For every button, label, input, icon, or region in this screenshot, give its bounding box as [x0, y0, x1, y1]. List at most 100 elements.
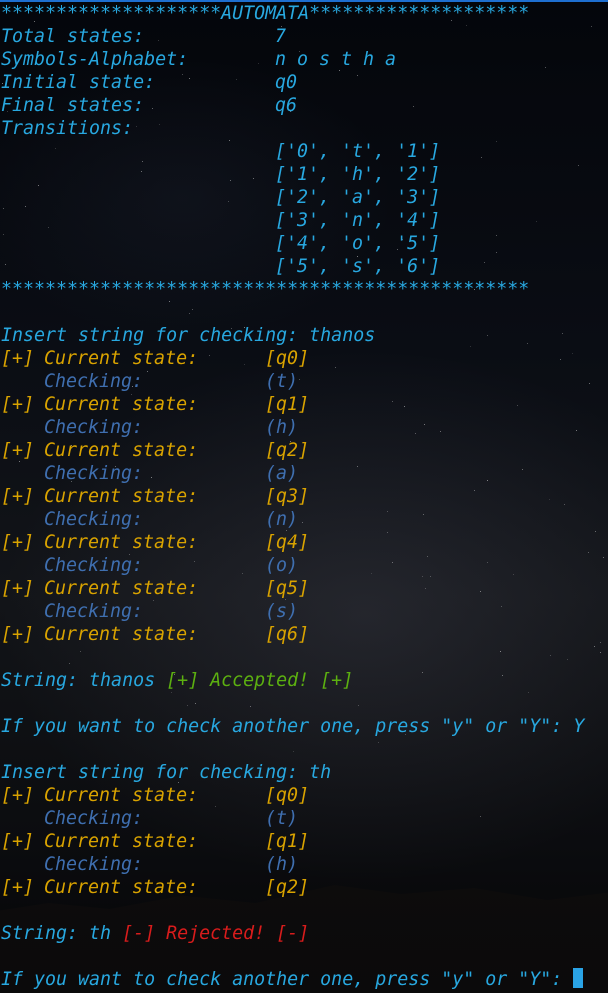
star: [302, 522, 303, 523]
star: [3, 234, 4, 235]
star: [169, 301, 170, 302]
state-tag: [+]: [1, 785, 35, 806]
transition-row: ['5', 's', '6']: [275, 256, 441, 277]
star: [229, 140, 230, 141]
star: [194, 561, 195, 562]
star: [484, 262, 485, 263]
current-state-label: Current state:: [44, 394, 199, 415]
star: [141, 171, 142, 172]
star: [158, 40, 159, 41]
star: [48, 227, 49, 228]
checking-symbol: (n): [265, 509, 299, 530]
star: [392, 401, 393, 402]
star: [415, 433, 416, 434]
star: [591, 26, 592, 27]
star: [487, 562, 488, 563]
prompt-line[interactable]: If you want to check another one, press …: [1, 968, 584, 991]
star: [603, 557, 604, 558]
total-states-label: Total states:: [1, 26, 145, 47]
checking-symbol: (t): [265, 808, 299, 829]
transition-row: ['0', 't', '1']: [275, 141, 441, 162]
star: [576, 430, 577, 431]
star: [189, 313, 190, 314]
star: [182, 74, 183, 75]
continue-prompt: If you want to check another one, press …: [1, 716, 585, 737]
star: [189, 78, 190, 79]
star: [562, 333, 563, 334]
star: [192, 309, 193, 310]
star: [293, 751, 294, 752]
total-states-value: 7: [275, 26, 287, 47]
rejected-status: [-] Rejected! [-]: [122, 923, 310, 944]
current-state-value: [q2]: [265, 877, 310, 898]
current-state-value: [q5]: [265, 578, 310, 599]
star: [427, 556, 428, 557]
star: [474, 490, 475, 491]
star: [487, 480, 488, 481]
state-tag: [+]: [1, 440, 35, 461]
checking-label: Checking:: [44, 808, 144, 829]
alphabet-value: n o s t h a: [275, 49, 397, 70]
star: [258, 63, 259, 64]
star: [496, 235, 497, 236]
star: [422, 672, 423, 673]
current-state-value: [q2]: [265, 440, 310, 461]
star: [528, 692, 529, 693]
star: [244, 364, 245, 365]
final-states-value: q6: [275, 95, 298, 116]
current-state-label: Current state:: [44, 831, 199, 852]
state-tag: [+]: [1, 624, 35, 645]
star: [55, 148, 56, 149]
current-state-label: Current state:: [44, 440, 199, 461]
star: [423, 514, 424, 515]
star: [335, 367, 336, 368]
star: [152, 108, 153, 109]
star: [589, 383, 590, 384]
star: [567, 659, 568, 660]
star: [5, 264, 6, 265]
star: [159, 124, 160, 125]
star: [560, 359, 561, 360]
star: [371, 573, 372, 574]
star: [209, 355, 210, 356]
star: [253, 178, 254, 179]
current-state-label: Current state:: [44, 532, 199, 553]
alphabet-label: Symbols-Alphabet:: [1, 49, 189, 70]
star: [424, 424, 425, 425]
star: [481, 157, 482, 158]
state-tag: [+]: [1, 348, 35, 369]
accepted-status: [+] Accepted! [+]: [166, 670, 354, 691]
initial-state-value: q0: [275, 72, 298, 93]
star: [358, 705, 359, 706]
star: [527, 343, 528, 344]
state-tag: [+]: [1, 831, 35, 852]
star: [480, 816, 481, 817]
star: [522, 469, 523, 470]
text-cursor[interactable]: [573, 968, 584, 988]
current-state-value: [q0]: [265, 348, 310, 369]
star: [517, 405, 518, 406]
checking-symbol: (t): [265, 371, 299, 392]
star: [69, 663, 70, 664]
star: [3, 208, 4, 209]
checking-label: Checking:: [44, 601, 144, 622]
star: [588, 552, 589, 553]
transition-row: ['4', 'o', '5']: [275, 233, 441, 254]
star: [594, 646, 595, 647]
current-state-value: [q1]: [265, 394, 310, 415]
star: [147, 371, 148, 372]
star: [299, 379, 300, 380]
checking-label: Checking:: [44, 509, 144, 530]
result-prefix: String: thanos: [1, 670, 167, 691]
state-tag: [+]: [1, 877, 35, 898]
star: [378, 742, 379, 743]
checking-symbol: (s): [265, 601, 299, 622]
star: [151, 477, 152, 478]
star: [357, 466, 358, 467]
current-state-label: Current state:: [44, 486, 199, 507]
checking-label: Checking:: [44, 555, 144, 576]
star: [440, 431, 441, 432]
star: [578, 165, 579, 166]
transition-row: ['1', 'h', '2']: [275, 164, 441, 185]
state-tag: [+]: [1, 394, 35, 415]
